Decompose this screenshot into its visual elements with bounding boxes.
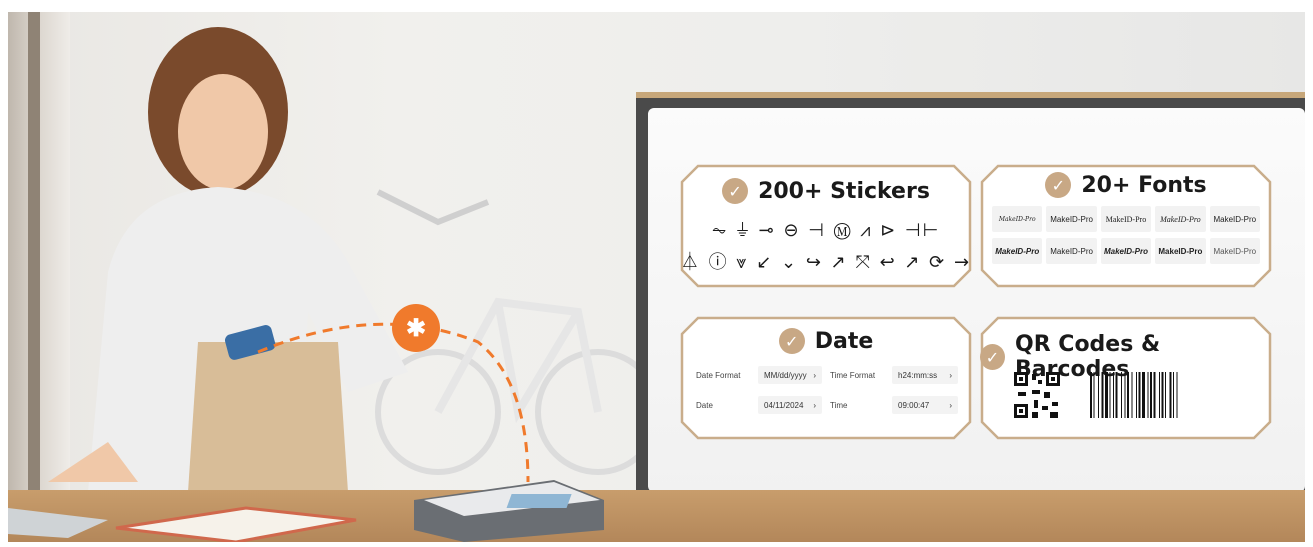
stickers-title: 200+ Stickers <box>758 178 930 204</box>
font-sample: MakeID-Pro <box>1155 238 1206 264</box>
time-format-value: h24:mm:ss <box>898 370 938 380</box>
fonts-card: ✓ 20+ Fonts MakeID-Pro MakeID-Pro MakeID… <box>980 164 1272 288</box>
laptop-image <box>8 508 108 538</box>
sticker-icons-row-1: ⏦ ⏚ ⊸ ⊖ ⊣ Ⓜ ⩘ ⊳ ⊣⊢ <box>711 220 941 241</box>
font-sample: MakeID-Pro <box>992 206 1043 232</box>
date-field[interactable]: 04/11/2024 › <box>758 396 822 414</box>
chevron-right-icon: › <box>949 370 952 380</box>
check-circle-icon: ✓ <box>778 328 805 354</box>
chevron-right-icon: › <box>813 400 816 410</box>
connection-arc <box>257 322 530 483</box>
chevron-right-icon: › <box>813 370 816 380</box>
date-value: 04/11/2024 <box>764 400 804 410</box>
date-label: Date <box>696 400 713 410</box>
bluetooth-icon: ✱ <box>392 304 440 352</box>
font-sample: MakeID-Pro <box>1100 206 1152 232</box>
font-sample: MakeID-Pro <box>1155 206 1206 232</box>
time-label: Time <box>830 400 848 410</box>
date-format-label: Date Format <box>696 370 741 380</box>
time-value: 09:00:47 <box>898 400 930 410</box>
check-circle-icon: ✓ <box>1045 172 1072 198</box>
notebook-image <box>115 506 357 542</box>
font-sample: MakeID-Pro <box>1209 238 1260 264</box>
chevron-right-icon: › <box>949 400 952 410</box>
date-settings-grid: Date Format MM/dd/yyyy › Time Format h24:… <box>696 366 958 414</box>
font-samples-grid: MakeID-Pro MakeID-Pro MakeID-Pro MakeID-… <box>992 206 1260 264</box>
font-sample: MakeID-Pro <box>992 238 1043 264</box>
stickers-card: ✓ 200+ Stickers ⏦ ⏚ ⊸ ⊖ ⊣ Ⓜ ⩘ ⊳ ⊣⊢ ⏃ ⓘ ⩔… <box>680 164 972 288</box>
font-sample: MakeID-Pro <box>1046 238 1097 264</box>
check-circle-icon: ✓ <box>980 344 1005 370</box>
qr-code-icon <box>1014 372 1060 418</box>
font-sample: MakeID-Pro <box>1209 206 1260 232</box>
time-field[interactable]: 09:00:47 › <box>892 396 958 414</box>
date-format-value: MM/dd/yyyy <box>764 370 807 380</box>
font-sample: MakeID-Pro <box>1046 206 1097 232</box>
check-circle-icon: ✓ <box>722 178 749 204</box>
time-format-field[interactable]: h24:mm:ss › <box>892 366 958 384</box>
date-format-field[interactable]: MM/dd/yyyy › <box>758 366 822 384</box>
date-title: Date <box>814 328 874 354</box>
codes-card: ✓ QR Codes & Barcodes <box>980 316 1272 440</box>
date-card: ✓ Date Date Format MM/dd/yyyy › Time Form… <box>680 316 972 440</box>
sticker-icons-row-2: ⏃ ⓘ ⩔ ↙ ⌄ ↪ ↗ ⤧ ↩ ↗ ⟳ → <box>680 252 972 273</box>
barcode-icon <box>1090 372 1178 418</box>
font-sample: MakeID-Pro <box>1100 238 1152 264</box>
time-format-label: Time Format <box>830 370 876 380</box>
window-frame <box>28 12 40 492</box>
fonts-title: 20+ Fonts <box>1081 172 1207 198</box>
